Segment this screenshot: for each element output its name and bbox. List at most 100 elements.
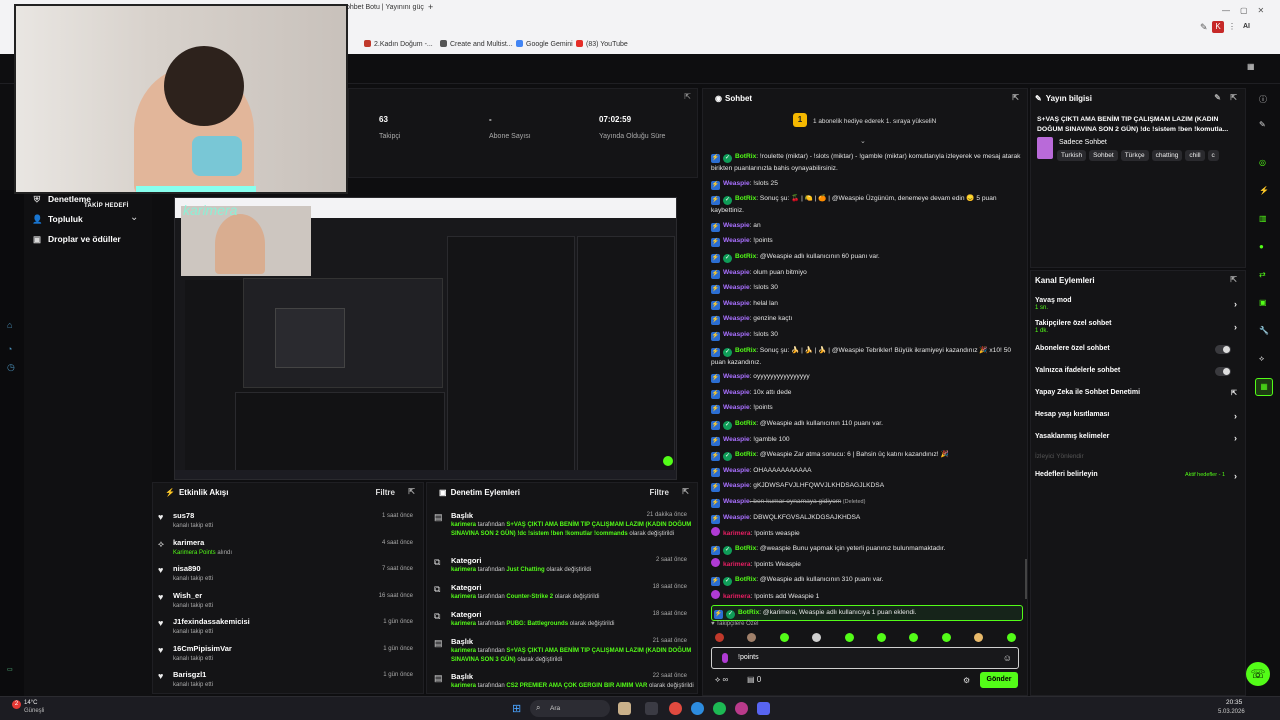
scroll-indicator-icon[interactable]: ⌄	[860, 137, 866, 145]
bookmark-kadin-dogum[interactable]: 2.Kadın Doğum -...	[364, 40, 433, 48]
mod-action-item[interactable]: ⧉ Kategori karimera tarafından PUBG: Battl…	[427, 610, 697, 634]
pencil-icon[interactable]: ✎	[1259, 120, 1266, 129]
toggle-switch[interactable]	[1215, 367, 1231, 376]
chat-username[interactable]: Weaspie	[723, 331, 750, 338]
nav-item-topluluk[interactable]: 👤 Topluluk	[32, 214, 83, 225]
chrome-icon[interactable]	[669, 702, 682, 715]
bolt-icon[interactable]: ⚡	[1259, 186, 1269, 195]
activity-username[interactable]: J1fexindassakemicisi	[173, 617, 250, 626]
taskbar-search[interactable]: ⌕ Ara	[530, 700, 610, 717]
rail-icon[interactable]: ▭	[7, 666, 13, 673]
activity-username[interactable]: nisa890	[173, 564, 201, 573]
weather-temp[interactable]: 14°C	[24, 700, 37, 706]
activity-item[interactable]: ♥ Wish_er kanalı takip etti 16 saat önce	[153, 591, 423, 615]
info-icon[interactable]: ⓘ	[1259, 94, 1267, 105]
chat-username[interactable]: Weaspie	[723, 315, 750, 322]
channel-action-item[interactable]: Yapay Zeka ile Sohbet Denetimi ⇱	[1035, 389, 1237, 397]
chat-username[interactable]: BotRix	[738, 609, 759, 616]
chat-username[interactable]: BotRix	[735, 195, 756, 202]
grid-icon[interactable]: ▦	[1255, 378, 1273, 396]
chat-message[interactable]: karimera: !points Weaspie	[711, 558, 1023, 570]
chat-message[interactable]: ⚡ ✓ BotRix: @karimera, Weaspie adlı kullan…	[711, 605, 1023, 622]
mod-action-item[interactable]: ⧉ Kategori karimera tarafından Counter-Str…	[427, 583, 697, 607]
chat-username[interactable]: karimera	[723, 561, 751, 568]
settings-gear-icon[interactable]: ⚙	[963, 676, 970, 685]
chat-message[interactable]: ⚡ Weaspie: oyyyyyyyyyyyyyyyy	[711, 371, 1023, 384]
chat-message[interactable]: ⚡ Weaspie: an	[711, 220, 1023, 232]
mod-action-item[interactable]: ▤ Başlık karimera tarafından S+VAŞ ÇIKTI A…	[427, 637, 697, 663]
emote-icon[interactable]	[747, 633, 757, 642]
chat-username[interactable]: Weaspie	[723, 482, 750, 489]
chat-username[interactable]: Weaspie	[723, 269, 750, 276]
chevron-right-icon[interactable]: ›	[1234, 433, 1237, 443]
chevron-right-icon[interactable]: ›	[1234, 299, 1237, 309]
chat-username[interactable]: Weaspie	[723, 237, 750, 244]
channel-action-item[interactable]: Takipçilere özel sohbet 1 dk. ›	[1035, 320, 1237, 334]
chat-message[interactable]: ⚡ Weaspie: !points	[711, 235, 1023, 248]
stream-tag[interactable]: Sohbet	[1089, 150, 1118, 161]
copy-icon[interactable]: ▣	[1259, 298, 1267, 307]
chat-message[interactable]: ⚡ Weaspie: DBWQLKFGVSALJKDGSAJKHDSA	[711, 512, 1023, 524]
rail-icon[interactable]: ◷	[7, 362, 15, 373]
chat-bubble-icon[interactable]: ●	[1259, 242, 1264, 251]
mod-action-item[interactable]: ▤ Başlık karimera tarafından CS2 PREMIER A…	[427, 672, 697, 693]
chat-message[interactable]: ⚡ Weaspie: !slots 30	[711, 282, 1023, 295]
emote-icon[interactable]	[812, 633, 822, 642]
bookmark-youtube[interactable]: (83) YouTube	[576, 40, 628, 48]
chat-message[interactable]: ⚡ Weaspie: genzine kaçtı	[711, 313, 1023, 326]
chevron-right-icon[interactable]: ›	[1234, 411, 1237, 421]
mod-action-item[interactable]: ▤ Başlık karimera tarafından S+VAŞ ÇIKTI A…	[427, 511, 697, 537]
emoji-icon[interactable]: ☺	[1003, 653, 1012, 663]
chat-username[interactable]: karimera	[723, 530, 751, 537]
start-icon[interactable]: ⊞	[512, 702, 521, 715]
profile-avatar[interactable]: K	[1212, 21, 1224, 33]
chat-message[interactable]: ⚡ Weaspie: olum puan bitmiyo	[711, 267, 1023, 279]
chat-message[interactable]: ⚡ ✓ BotRix: @Weaspie adlı kullanıcının 310…	[711, 574, 1023, 586]
activity-item[interactable]: ♥ Barisgzl1 kanalı takip etti 1 gün önce	[153, 670, 423, 694]
chat-input[interactable]: !points ☺	[711, 647, 1019, 669]
chat-username[interactable]: Weaspie	[723, 514, 750, 521]
chat-username[interactable]: Weaspie	[723, 404, 750, 411]
channel-action-item[interactable]: Yavaş mod 1 sn. ›	[1035, 297, 1237, 311]
chat-username[interactable]: Weaspie	[723, 300, 750, 307]
chat-message[interactable]: ⚡ Weaspie: !gamble 100	[711, 434, 1023, 446]
window-controls[interactable]: —▢✕	[1222, 6, 1274, 15]
activity-username[interactable]: 16CmPipisimVar	[173, 644, 232, 653]
chat-message[interactable]: ⚡ Weaspie: helal lan	[711, 298, 1023, 310]
chat-message[interactable]: ⚡ ✓ BotRix: @Weaspie adlı kullanıcının 60 …	[711, 251, 1023, 263]
chat-message[interactable]: ⚡ Weaspie: OHAAAAAAAAAAA	[711, 465, 1023, 477]
emote-icon[interactable]	[909, 633, 919, 642]
chat-username[interactable]: Weaspie	[723, 284, 750, 291]
layout-icon[interactable]: ▦	[1247, 62, 1255, 71]
emote-icon[interactable]	[877, 633, 886, 642]
emote-icon[interactable]	[844, 633, 854, 642]
mod-action-item[interactable]: ⧉ Kategori karimera tarafından Just Chatti…	[427, 556, 697, 580]
support-chat-button[interactable]: ☏	[1246, 662, 1270, 686]
popout-icon[interactable]: ⇱	[684, 92, 691, 101]
clock-time[interactable]: 20:35	[1226, 699, 1242, 706]
emote-icon[interactable]	[715, 633, 724, 642]
chat-username[interactable]: BotRix	[735, 576, 756, 583]
chat-message[interactable]: ⚡ ✓ BotRix: @Weaspie adlı kullanıcının 110…	[711, 418, 1023, 430]
chat-message[interactable]: ⚡ Weaspie: !slots 30	[711, 329, 1023, 341]
stream-tag[interactable]: c	[1207, 150, 1219, 161]
chat-message[interactable]: ⚡ Weaspie: gKJDWSAFVJLHFQWVJLKHDSAGJLKDSA	[711, 480, 1023, 493]
popout-icon[interactable]: ⇱	[1230, 275, 1237, 284]
popout-icon[interactable]: ⇱	[1230, 93, 1237, 102]
chat-username[interactable]: BotRix	[735, 420, 756, 427]
activity-item[interactable]: ♥ nisa890 kanalı takip etti 7 saat önce	[153, 564, 423, 588]
points-icon[interactable]: ⟡ ∞	[715, 675, 728, 685]
chat-username[interactable]: Weaspie	[723, 467, 750, 474]
stream-tag[interactable]: chill	[1185, 150, 1205, 161]
popout-icon[interactable]: ⇱	[408, 487, 415, 496]
target-icon[interactable]: ◎	[1259, 158, 1266, 167]
popout-icon[interactable]: ⇱	[1012, 93, 1019, 102]
chat-message[interactable]: ⚡ ✓ BotRix: Sonuç şu: 🍒 | 🍋 | 🍊 | @Weaspie…	[711, 193, 1023, 216]
chat-username[interactable]: BotRix	[735, 153, 756, 160]
channel-action-item[interactable]: Hedefleri belirleyin › Aktif hedefler - 1	[1035, 471, 1237, 481]
chest-icon[interactable]: ▤ 0	[747, 675, 761, 684]
activity-username[interactable]: Barisgzl1	[173, 670, 206, 679]
opera-icon[interactable]	[735, 702, 748, 715]
activity-item[interactable]: ♥ J1fexindassakemicisi kanalı takip etti 1 …	[153, 617, 423, 641]
share-icon[interactable]: ⟡	[1259, 354, 1264, 364]
